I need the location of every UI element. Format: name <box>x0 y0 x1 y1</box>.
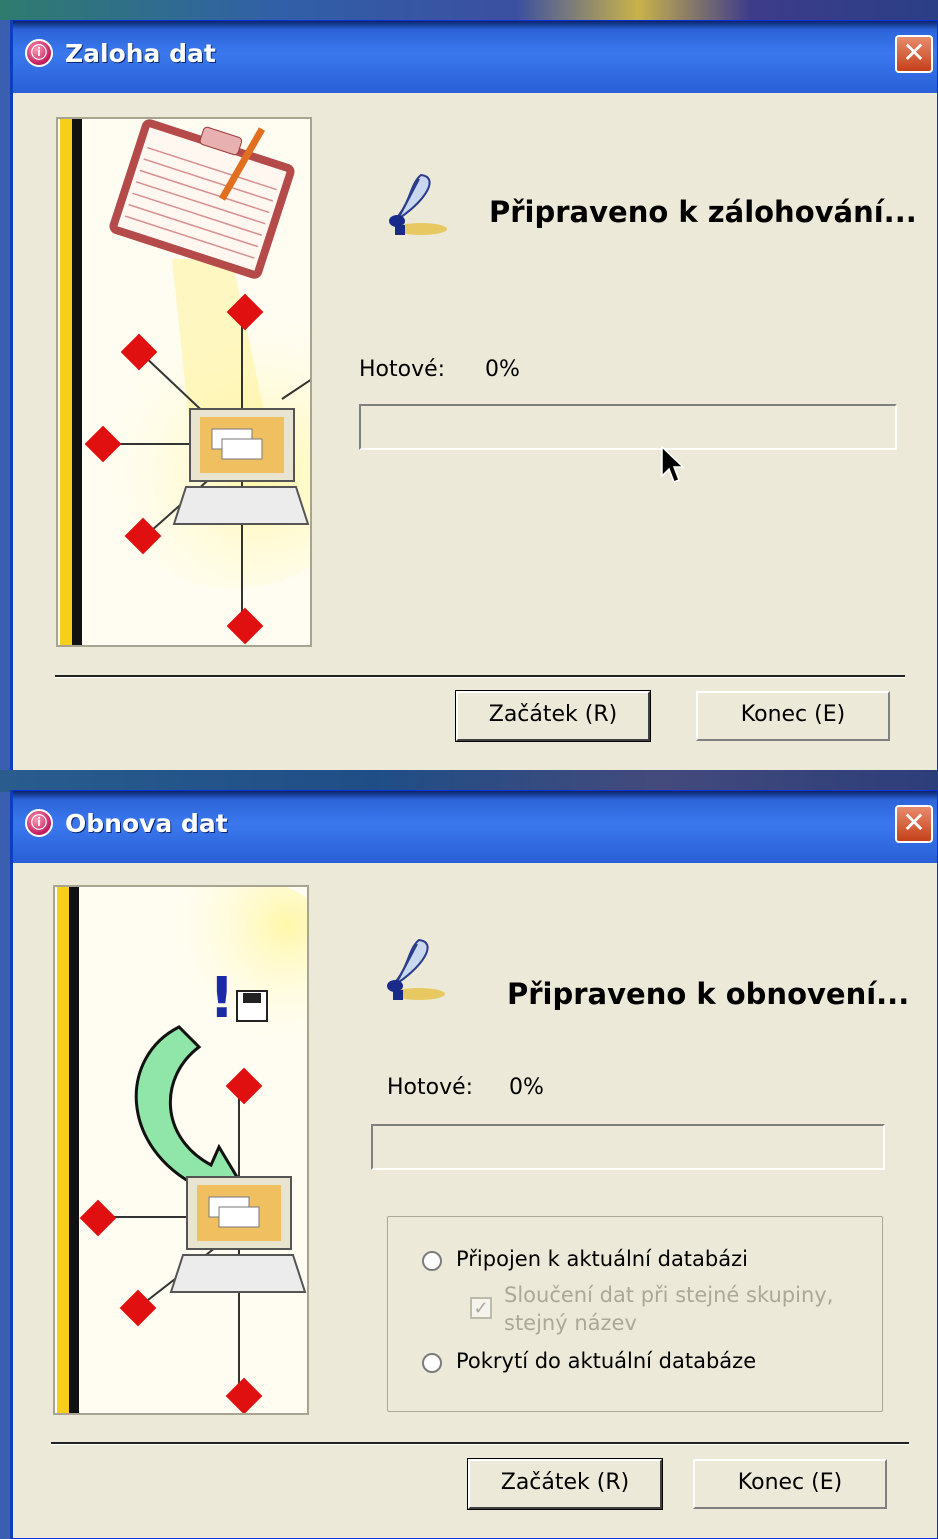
close-icon[interactable]: ✕ <box>895 805 933 843</box>
overwrite-option-label[interactable]: Pokrytí do aktuální databáze <box>456 1349 756 1373</box>
yellow-stripe <box>57 887 69 1413</box>
backup-illustration <box>56 117 312 647</box>
start-button[interactable]: Začátek (R) <box>467 1458 663 1510</box>
done-percent: 0% <box>509 1075 544 1100</box>
black-stripe <box>69 887 79 1413</box>
mouse-cursor-icon <box>661 446 685 483</box>
done-label: Hotové: <box>387 1075 474 1100</box>
merge-option-label-line2: stejný název <box>504 1311 637 1335</box>
close-icon[interactable]: ✕ <box>895 35 933 73</box>
overwrite-radio[interactable] <box>422 1353 442 1373</box>
restore-dialog-title: Obnova dat <box>65 809 228 838</box>
yellow-stripe <box>60 119 72 645</box>
backup-dialog: ⓘ Zaloha dat ✕ Připraveno k zálohování..… <box>10 20 938 772</box>
quill-icon <box>389 173 447 235</box>
done-percent: 0% <box>485 357 520 382</box>
restore-options-group: Připojen k aktuální databázi ✓ Sloučení … <box>387 1216 883 1412</box>
end-button[interactable]: Konec (E) <box>696 691 890 741</box>
desktop-background <box>0 0 938 20</box>
black-stripe <box>72 119 82 645</box>
restore-titlebar[interactable]: ⓘ Obnova dat ✕ <box>13 791 937 863</box>
restore-status-heading: Připraveno k obnovení... <box>507 977 910 1011</box>
backup-progress-bar <box>359 404 897 450</box>
connect-option-label[interactable]: Připojen k aktuální databázi <box>456 1247 748 1271</box>
restore-progress-bar <box>371 1124 885 1170</box>
merge-checkbox: ✓ <box>470 1297 492 1319</box>
done-label: Hotové: <box>359 357 446 382</box>
backup-status-heading: Připraveno k zálohování... <box>489 195 917 229</box>
restore-illustration: ! <box>53 885 309 1415</box>
svg-text:!: ! <box>209 966 235 1031</box>
divider <box>55 675 905 678</box>
end-button[interactable]: Konec (E) <box>693 1459 887 1509</box>
merge-option-label-line1: Sloučení dat při stejné skupiny, <box>504 1283 834 1307</box>
desktop-background <box>0 770 938 792</box>
backup-dialog-title: Zaloha dat <box>65 39 216 68</box>
divider <box>51 1442 909 1445</box>
connect-radio[interactable] <box>422 1251 442 1271</box>
app-icon: ⓘ <box>25 39 53 67</box>
app-icon: ⓘ <box>25 809 53 837</box>
backup-titlebar[interactable]: ⓘ Zaloha dat ✕ <box>13 21 937 93</box>
quill-icon <box>387 938 445 1000</box>
restore-network-graphic: ! <box>79 887 307 1413</box>
start-button[interactable]: Začátek (R) <box>455 690 651 742</box>
clipboard-network-graphic <box>82 119 310 645</box>
restore-dialog: ⓘ Obnova dat ✕ ! Připraveno k obnovení..… <box>10 790 938 1539</box>
